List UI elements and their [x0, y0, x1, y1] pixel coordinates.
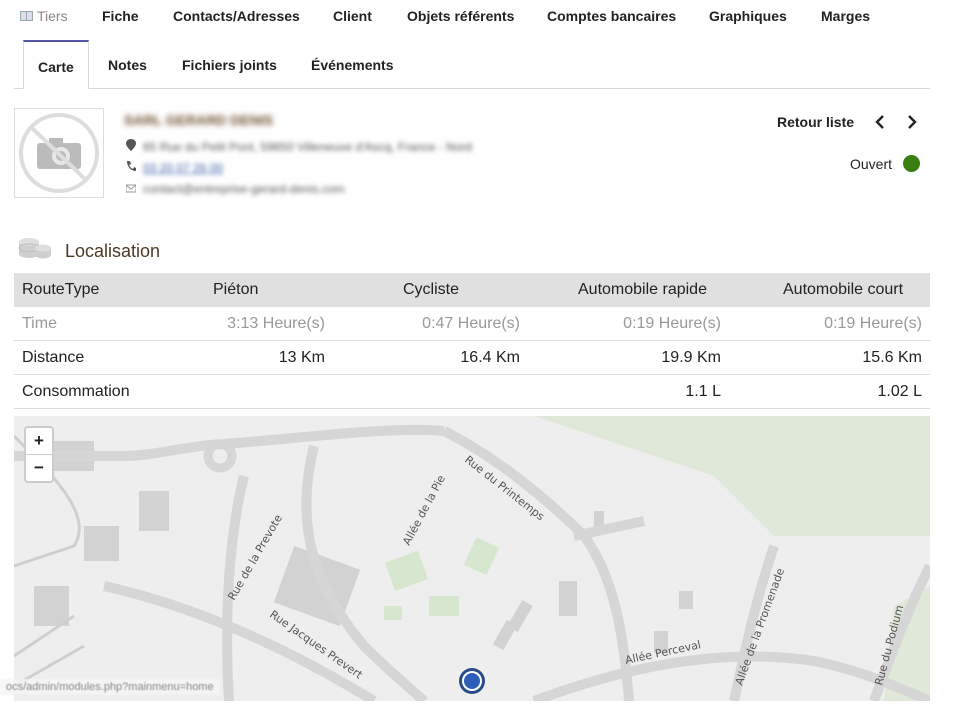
tab-comptes-bancaires[interactable]: Comptes bancaires — [547, 8, 676, 24]
table-cell — [205, 374, 333, 409]
table-row: Consommation 1.1 L 1.02 L — [14, 374, 930, 409]
route-table: RouteType Piéton Cycliste Automobile rap… — [14, 273, 930, 409]
previous-chevron-icon[interactable] — [873, 114, 887, 130]
tab-contacts-adresses[interactable]: Contacts/Adresses — [173, 8, 300, 24]
map-view[interactable]: Rue du Printemps Allée de la Pie Rue de … — [14, 416, 930, 701]
company-phone[interactable]: 03 20 07 26 00 — [143, 161, 223, 175]
zoom-out-button[interactable]: − — [26, 455, 52, 481]
company-email[interactable]: contact@entreprise-gerard-denis.com — [143, 182, 345, 196]
phone-icon — [127, 161, 136, 171]
sub-navigation: Carte Notes Fichiers joints Événements — [14, 40, 930, 89]
table-cell: 1.1 L — [528, 374, 729, 409]
table-header-row: RouteType Piéton Cycliste Automobile rap… — [14, 273, 930, 307]
tab-graphiques[interactable]: Graphiques — [709, 8, 787, 24]
map-tiles: Rue du Printemps Allée de la Pie Rue de … — [14, 416, 930, 701]
zoom-controls: + − — [24, 426, 54, 483]
zoom-in-button[interactable]: + — [26, 428, 52, 455]
next-chevron-icon[interactable] — [905, 114, 919, 130]
map-marker-icon — [126, 139, 136, 151]
status-label: Ouvert — [850, 156, 893, 172]
table-cell: 0:19 Heure(s) — [729, 307, 930, 341]
tab-notes[interactable]: Notes — [108, 40, 147, 87]
no-photo-icon — [19, 113, 99, 193]
table-cell: 15.6 Km — [729, 340, 930, 375]
column-header: Automobile rapide — [528, 273, 729, 307]
table-cell: 0:19 Heure(s) — [528, 307, 729, 341]
company-photo-placeholder[interactable] — [14, 108, 104, 198]
browser-status-url: ocs/admin/modules.php?mainmenu=home — [0, 679, 220, 695]
tab-carte[interactable]: Carte — [23, 40, 89, 89]
table-cell: 3:13 Heure(s) — [205, 307, 333, 341]
table-row: Time 3:13 Heure(s) 0:47 Heure(s) 0:19 He… — [14, 307, 930, 341]
column-header: Piéton — [205, 273, 333, 307]
coins-icon — [18, 238, 51, 259]
column-header: RouteType — [14, 273, 205, 307]
table-cell: 0:47 Heure(s) — [333, 307, 528, 341]
row-label: Distance — [14, 340, 205, 375]
back-to-list-link[interactable]: Retour liste — [777, 114, 854, 130]
column-header: Cycliste — [333, 273, 528, 307]
top-navigation: Tiers Fiche Contacts/Adresses Client Obj… — [0, 0, 957, 36]
status-indicator — [903, 155, 920, 172]
email-icon — [126, 184, 136, 193]
tab-fichiers-joints[interactable]: Fichiers joints — [182, 40, 277, 87]
tab-objets-referents[interactable]: Objets référents — [407, 8, 514, 24]
column-header: Automobile court — [729, 273, 930, 307]
book-icon — [20, 11, 33, 21]
table-cell: 19.9 Km — [528, 340, 729, 375]
table-cell: 13 Km — [205, 340, 333, 375]
company-name: SARL GERARD DENIS — [124, 112, 274, 128]
location-marker-icon[interactable] — [457, 666, 487, 696]
tab-marges[interactable]: Marges — [821, 8, 870, 24]
table-cell: 1.02 L — [729, 374, 930, 409]
table-row: Distance 13 Km 16.4 Km 19.9 Km 15.6 Km — [14, 340, 930, 375]
table-cell — [333, 374, 528, 409]
tab-evenements[interactable]: Événements — [311, 40, 393, 87]
tab-tiers[interactable]: Tiers — [20, 8, 68, 24]
company-address: 65 Rue du Petit Pont, 59650 Villeneuve d… — [143, 140, 472, 154]
table-cell: 16.4 Km — [333, 340, 528, 375]
tab-client[interactable]: Client — [333, 8, 372, 24]
section-title: Localisation — [65, 241, 161, 261]
row-label: Time — [14, 307, 205, 341]
tab-fiche[interactable]: Fiche — [102, 8, 139, 24]
tab-tiers-label: Tiers — [37, 8, 68, 24]
row-label: Consommation — [14, 374, 205, 409]
